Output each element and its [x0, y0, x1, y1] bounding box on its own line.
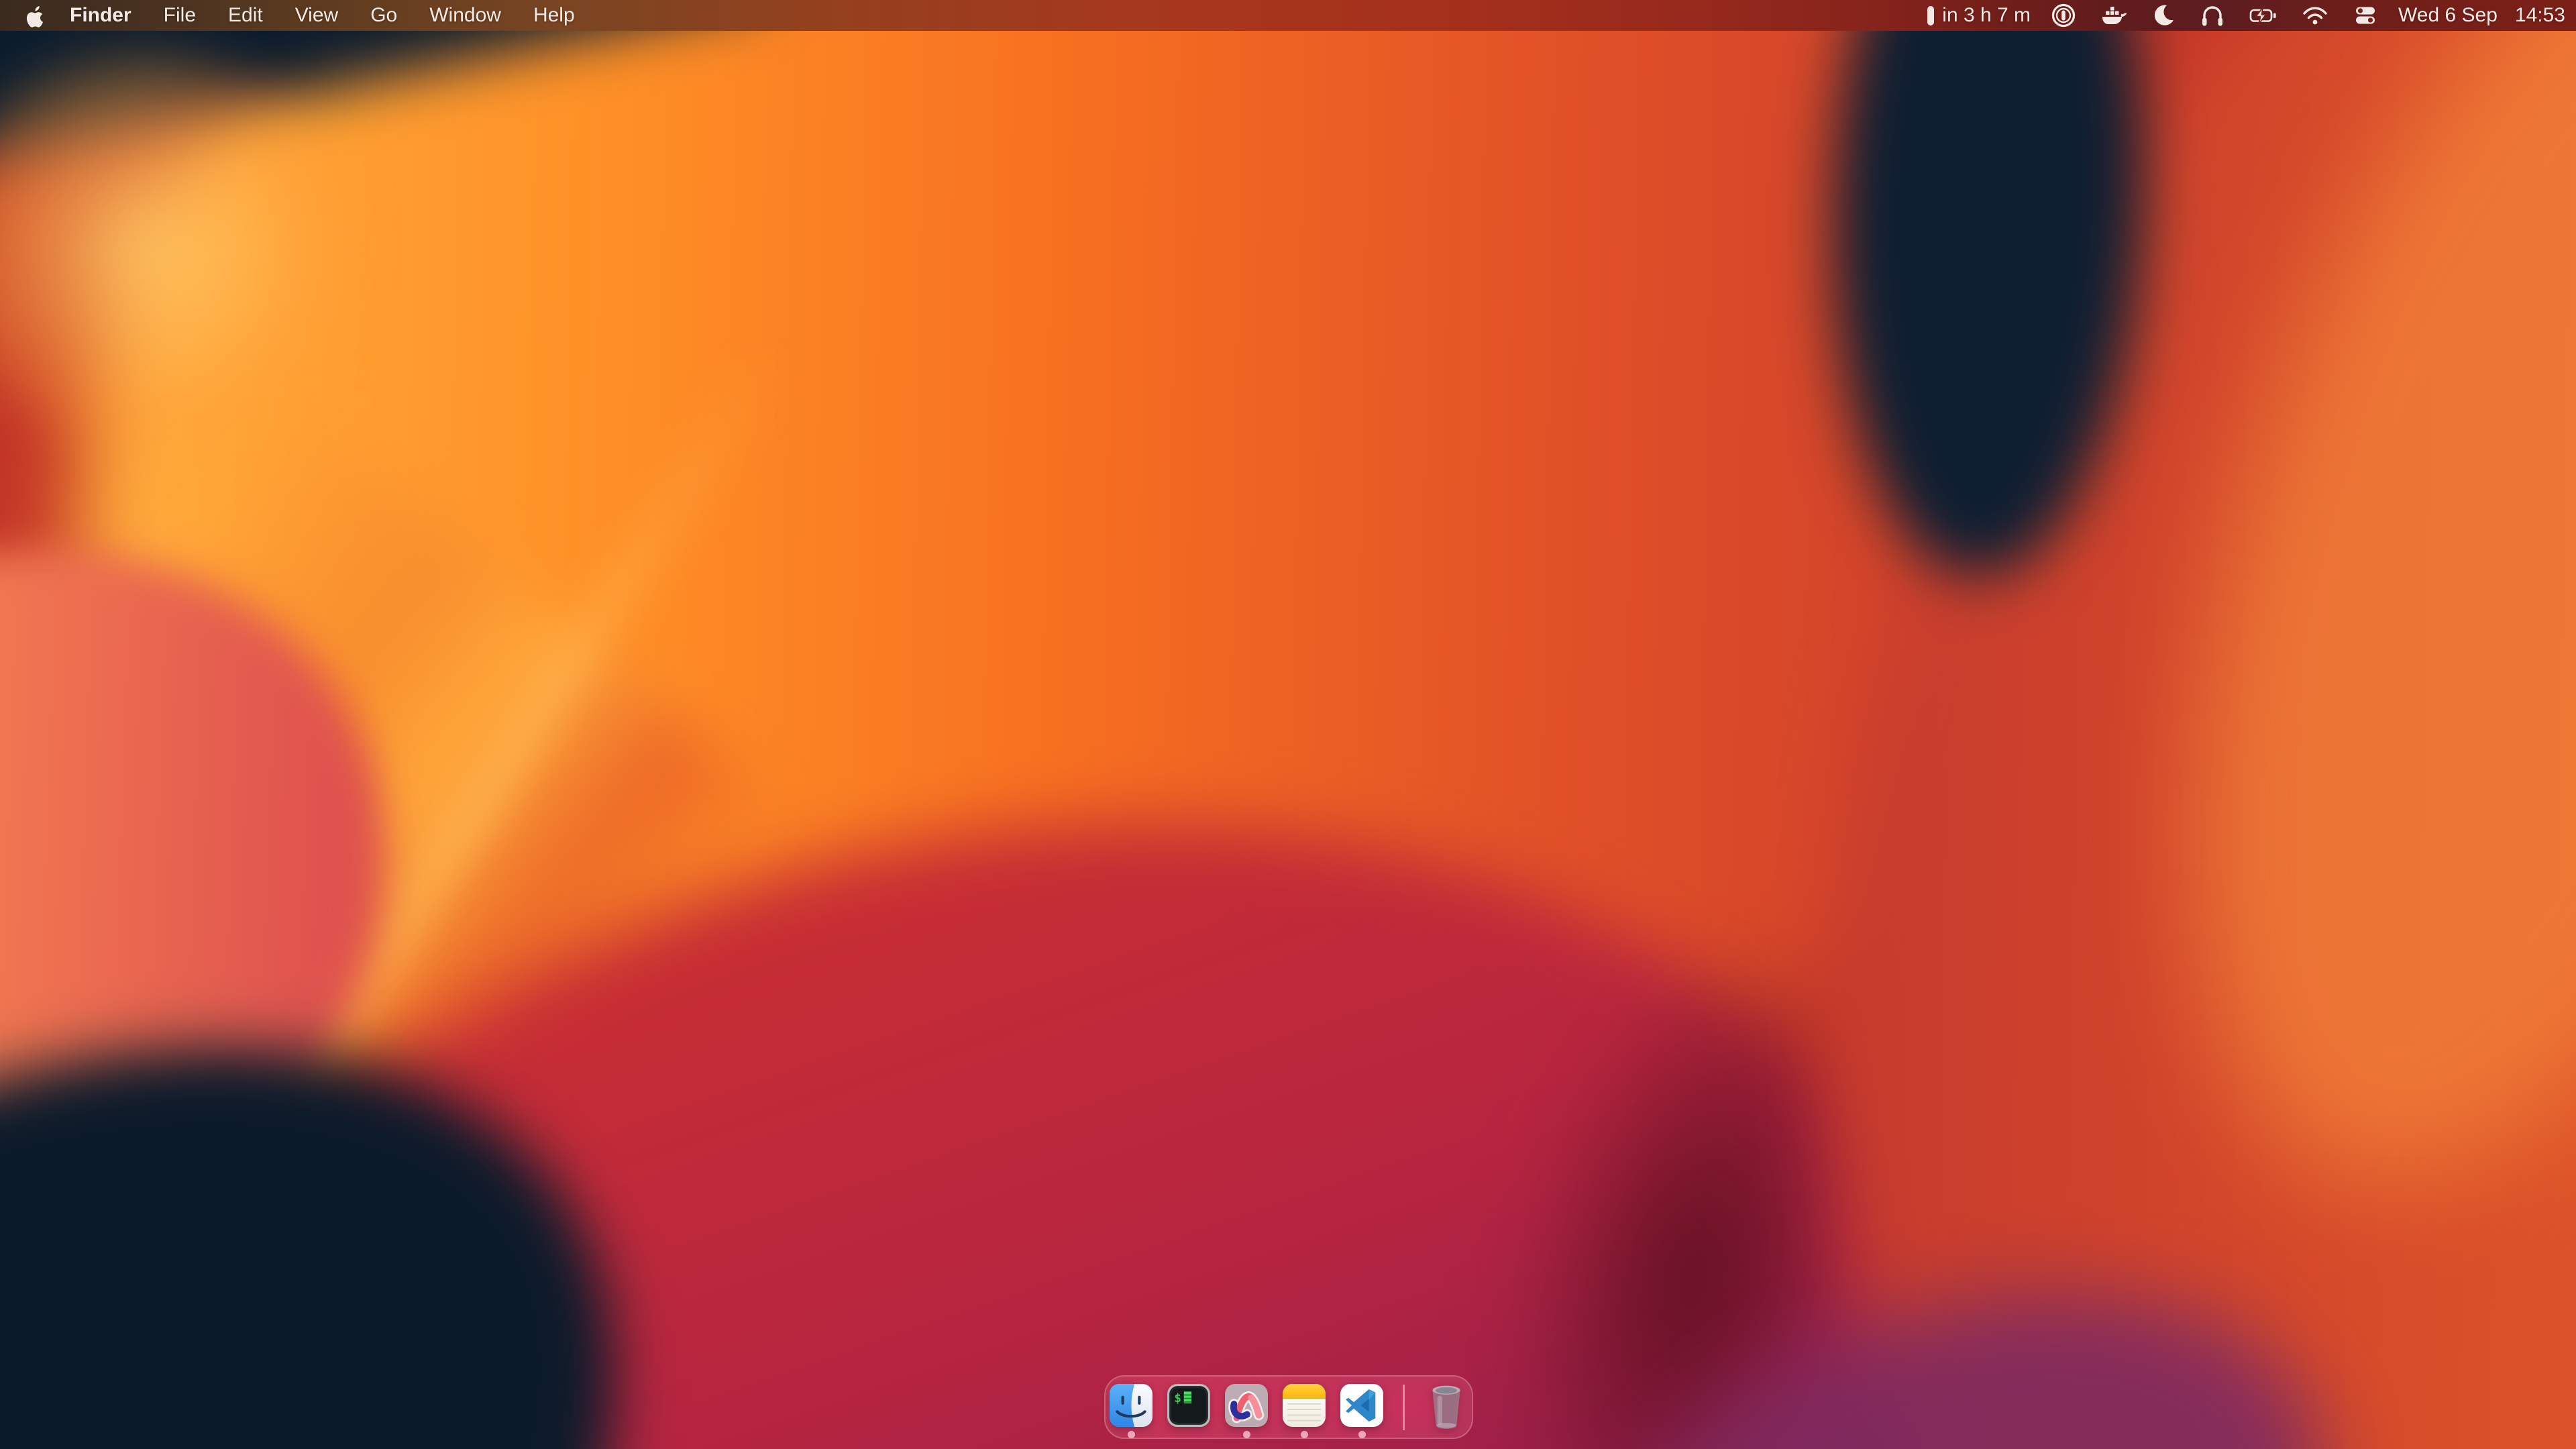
headphones-icon [2199, 2, 2226, 29]
battery-charging-icon [2249, 2, 2278, 29]
menu-bar-left: Finder File Edit View Go Window Help [0, 0, 591, 31]
clock-time: 14:53 [2515, 4, 2565, 27]
menu-active-app[interactable]: Finder [58, 0, 148, 31]
control-center-icon [2352, 2, 2379, 29]
wifi-menu-extra[interactable] [2290, 0, 2341, 31]
dock: $ [1104, 1375, 1473, 1439]
onepassword-menu-extra[interactable] [2039, 0, 2088, 31]
menu-help[interactable]: Help [517, 0, 591, 31]
menu-view[interactable]: View [279, 0, 354, 31]
menu-bar: Finder File Edit View Go Window Help in … [0, 0, 2576, 31]
dock-item-notes[interactable] [1282, 1383, 1326, 1428]
terminal-icon: $ [1167, 1383, 1211, 1428]
running-indicator [1301, 1431, 1308, 1438]
countdown-bar-icon [1927, 6, 1934, 25]
vscode-icon [1340, 1383, 1384, 1428]
running-indicator [1243, 1431, 1250, 1438]
menu-file[interactable]: File [148, 0, 212, 31]
menu-go[interactable]: Go [354, 0, 413, 31]
countdown-label: in 3 h 7 m [1942, 4, 2031, 27]
dock-item-finder[interactable] [1109, 1383, 1153, 1428]
1password-icon [2050, 2, 2077, 29]
trash-icon [1426, 1383, 1466, 1430]
running-indicator [1128, 1431, 1135, 1438]
moon-icon [2151, 3, 2176, 28]
arc-browser-icon [1224, 1383, 1269, 1428]
sound-output-menu-extra[interactable] [2188, 0, 2237, 31]
dock-item-trash[interactable] [1426, 1383, 1470, 1428]
menu-window[interactable]: Window [413, 0, 517, 31]
docker-whale-icon [2100, 2, 2128, 29]
menu-edit[interactable]: Edit [212, 0, 279, 31]
docker-menu-extra[interactable] [2088, 0, 2139, 31]
desktop: Finder File Edit View Go Window Help in … [0, 0, 2576, 1449]
terminal-prompt-glyph: $ [1174, 1391, 1181, 1405]
wifi-icon [2301, 2, 2329, 29]
clock-date: Wed 6 Sep [2398, 4, 2498, 27]
battery-menu-extra[interactable] [2237, 0, 2290, 31]
notes-icon [1282, 1383, 1326, 1428]
focus-menu-extra[interactable] [2139, 0, 2188, 31]
wallpaper [0, 0, 2576, 1449]
dock-item-terminal[interactable]: $ [1167, 1383, 1211, 1428]
menu-bar-status-area: in 3 h 7 m [1927, 0, 2576, 31]
dock-separator [1403, 1385, 1405, 1430]
running-indicator [1358, 1431, 1366, 1438]
control-center-menu-extra[interactable] [2341, 0, 2390, 31]
menu-bar-clock[interactable]: Wed 6 Sep 14:53 [2398, 4, 2565, 27]
finder-icon [1109, 1383, 1153, 1428]
dock-item-vscode[interactable] [1340, 1383, 1384, 1428]
apple-menu[interactable] [11, 0, 58, 31]
dock-item-arc-browser[interactable] [1224, 1383, 1269, 1428]
event-countdown[interactable]: in 3 h 7 m [1927, 0, 2039, 31]
apple-logo-icon [24, 3, 44, 28]
